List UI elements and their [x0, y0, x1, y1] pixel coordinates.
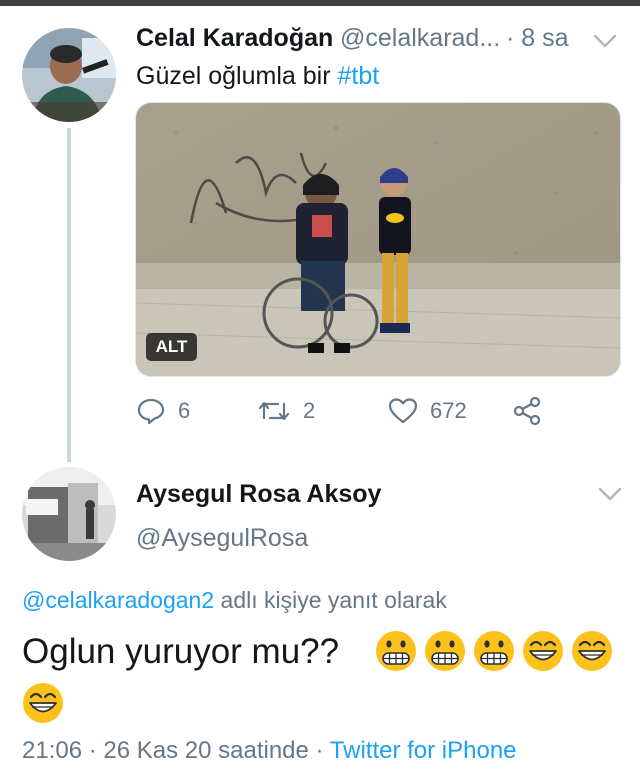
avatar-photo-aysegul [22, 467, 116, 561]
grinning-face-icon [523, 631, 563, 671]
replying-to-line: @celalkaradogan2 adlı kişiye yanıt olara… [22, 587, 447, 614]
like-button[interactable]: 672 [388, 396, 467, 426]
grimacing-face-icon [425, 631, 465, 671]
retweet-button[interactable]: 2 [257, 396, 315, 426]
chevron-down-icon[interactable] [592, 33, 618, 49]
replying-to-mention[interactable]: @celalkaradogan2 [22, 587, 214, 613]
status-bar-strip [0, 0, 640, 6]
heart-icon [388, 398, 418, 424]
chevron-down-icon[interactable] [597, 486, 623, 502]
grinning-face-icon [23, 683, 63, 723]
photo-image [136, 103, 620, 376]
emoji-row-wrap [22, 682, 64, 729]
retweet-icon [258, 401, 290, 421]
tweet-timestamp: 21:06 · 26 Kas 20 saatinde · [22, 737, 330, 764]
tweet-source-link[interactable]: Twitter for iPhone [330, 737, 517, 764]
grimacing-face-icon [376, 631, 416, 671]
author-name[interactable]: Aysegul Rosa Aksoy [136, 480, 381, 509]
like-count: 672 [430, 398, 467, 423]
share-button[interactable] [512, 396, 542, 426]
avatar-photo-celal [22, 28, 116, 122]
reply-count: 6 [178, 398, 191, 423]
grinning-face-icon [572, 631, 612, 671]
share-icon [513, 396, 541, 426]
hashtag-link[interactable]: #tbt [337, 62, 379, 90]
avatar[interactable] [22, 28, 116, 122]
thread-connector-line [67, 128, 71, 462]
reply-icon [137, 398, 165, 425]
retweet-count: 2 [303, 398, 316, 423]
tweet-time[interactable]: · 8 sa [506, 24, 569, 53]
replying-to-text: adlı kişiye yanıt olarak [214, 587, 447, 613]
grimacing-face-icon [474, 631, 514, 671]
alt-text-badge[interactable]: ALT [146, 333, 197, 361]
author-handle[interactable]: @celalkarad... [340, 24, 500, 53]
tweet-text: Oglun yuruyor mu?? [22, 632, 340, 671]
author-name[interactable]: Celal Karadoğan [136, 24, 333, 53]
emoji-row [375, 630, 613, 672]
tweet-text: Güzel oğlumla bir #tbt [136, 62, 379, 91]
avatar[interactable] [22, 467, 116, 561]
author-handle[interactable]: @AysegulRosa [136, 524, 308, 553]
tweet-metadata: 21:06 · 26 Kas 20 saatinde · Twitter for… [22, 737, 517, 765]
reply-button[interactable]: 6 [136, 396, 190, 426]
tweet-photo[interactable] [135, 102, 621, 377]
tweet-text-body: Güzel oğlumla bir [136, 62, 338, 90]
